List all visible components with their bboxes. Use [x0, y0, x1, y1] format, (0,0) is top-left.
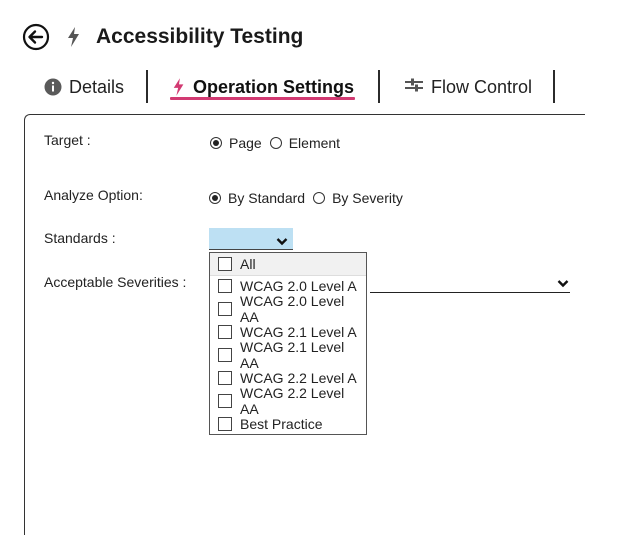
back-button[interactable]	[22, 23, 50, 51]
checkbox[interactable]	[218, 417, 232, 431]
tab-flow-label: Flow Control	[431, 76, 533, 97]
checkbox[interactable]	[218, 325, 232, 339]
by-standard-radio[interactable]	[209, 192, 221, 204]
option-label: WCAG 2.2 Level A	[240, 370, 357, 386]
checkbox[interactable]	[218, 302, 232, 316]
tab-divider	[146, 70, 148, 103]
chevron-down-icon	[276, 233, 288, 251]
dropdown-option[interactable]: WCAG 2.2 Level AA	[210, 385, 366, 417]
dropdown-option[interactable]: Best Practice	[210, 413, 366, 435]
severities-select[interactable]	[370, 292, 570, 293]
tab-operation-label: Operation Settings	[193, 76, 355, 97]
lightning-icon	[172, 77, 186, 97]
by-severity-radio[interactable]	[313, 192, 326, 204]
target-page-label: Page	[229, 135, 262, 151]
sliders-icon	[404, 78, 424, 96]
checkbox[interactable]	[218, 348, 232, 362]
dropdown-option-all[interactable]: All	[210, 253, 366, 276]
checkbox[interactable]	[218, 279, 232, 293]
target-page-radio[interactable]	[210, 137, 222, 149]
acceptable-severities-label: Acceptable Severities :	[44, 274, 187, 290]
option-label: Best Practice	[240, 416, 323, 432]
checkbox[interactable]	[218, 394, 232, 408]
option-label: All	[240, 256, 256, 272]
page-title: Accessibility Testing	[96, 25, 304, 48]
dropdown-option[interactable]: WCAG 2.1 Level AA	[210, 339, 366, 371]
analyze-option-label: Analyze Option:	[44, 187, 143, 203]
lightning-icon	[66, 26, 82, 53]
target-element-radio[interactable]	[269, 137, 282, 149]
back-arrow-icon	[22, 23, 50, 51]
by-severity-label: By Severity	[332, 190, 403, 206]
target-radio-group: Page Element	[210, 135, 348, 151]
tab-divider	[553, 70, 555, 103]
by-standard-label: By Standard	[228, 190, 306, 206]
active-tab-indicator	[170, 97, 355, 100]
tab-details[interactable]: Details	[44, 70, 124, 104]
analyze-radio-group: By Standard By Severity	[209, 190, 411, 206]
option-label: WCAG 2.0 Level A	[240, 278, 357, 294]
tab-flow-control[interactable]: Flow Control	[404, 70, 532, 104]
chevron-down-icon[interactable]	[557, 275, 569, 293]
standards-select[interactable]	[209, 228, 293, 250]
header	[22, 22, 50, 52]
checkbox[interactable]	[218, 257, 232, 271]
target-element-label: Element	[288, 135, 341, 151]
checkbox[interactable]	[218, 371, 232, 385]
tab-details-label: Details	[69, 76, 125, 97]
target-label: Target :	[44, 132, 91, 148]
standards-label: Standards :	[44, 230, 116, 246]
info-icon	[44, 78, 62, 96]
tab-divider	[378, 70, 380, 103]
dropdown-option[interactable]: WCAG 2.0 Level AA	[210, 293, 366, 325]
standards-dropdown: All WCAG 2.0 Level A WCAG 2.0 Level AA W…	[209, 252, 367, 435]
option-label: WCAG 2.1 Level A	[240, 324, 357, 340]
